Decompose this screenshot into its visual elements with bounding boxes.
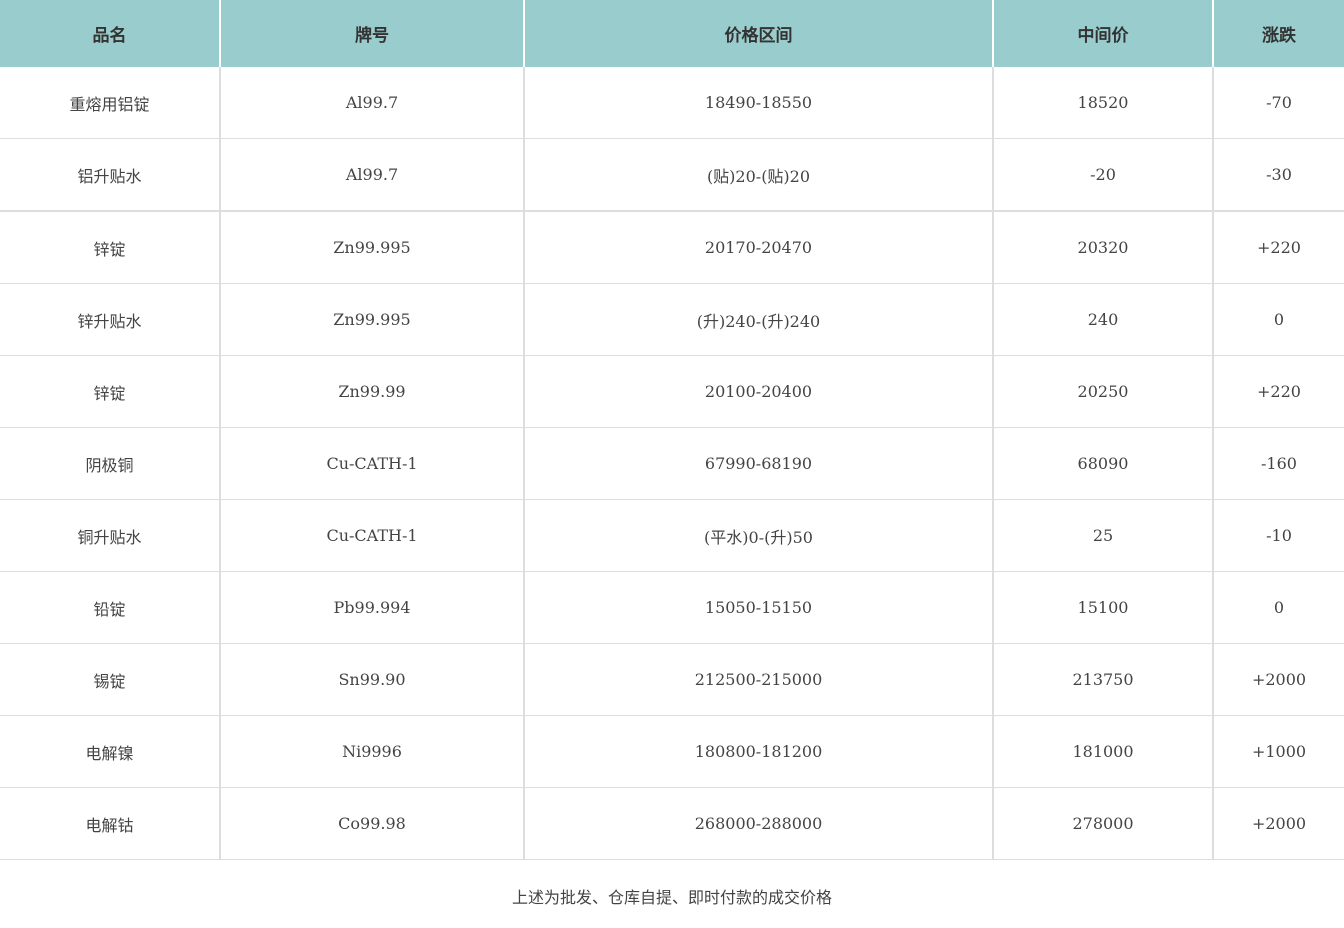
cell-product-name: 锌升贴水 [0,283,221,356]
cell-mid-price: 240 [993,283,1214,356]
table-row: 锌升贴水 Zn99.995 (升)240-(升)240 240 0 [0,283,1344,356]
cell-price-range: 15050-15150 [524,571,994,644]
cell-mid-price: 15100 [993,571,1214,644]
cell-change: +2000 [1213,643,1344,716]
cell-mid-price: 20320 [993,211,1214,284]
cell-price-range: 212500-215000 [524,643,994,716]
table-header: 品名 牌号 价格区间 中间价 涨跌 [0,0,1344,67]
table-row: 电解镍 Ni9996 180800-181200 181000 +1000 [0,715,1344,788]
header-product-name: 品名 [0,0,221,67]
table-row: 锡锭 Sn99.90 212500-215000 213750 +2000 [0,643,1344,716]
cell-mid-price: 25 [993,499,1214,572]
cell-change: 0 [1213,571,1344,644]
cell-grade: Ni9996 [220,715,525,788]
cell-grade: Sn99.90 [220,643,525,716]
cell-price-range: 18490-18550 [524,67,994,139]
header-mid-price: 中间价 [993,0,1214,67]
table-row: 阴极铜 Cu-CATH-1 67990-68190 68090 -160 [0,427,1344,500]
cell-price-range: 268000-288000 [524,787,994,860]
cell-product-name: 铜升贴水 [0,499,221,572]
cell-grade: Cu-CATH-1 [220,499,525,572]
cell-mid-price: 18520 [993,67,1214,139]
header-row: 品名 牌号 价格区间 中间价 涨跌 [0,0,1344,67]
cell-change: 0 [1213,283,1344,356]
cell-change: +220 [1213,211,1344,284]
cell-grade: Al99.7 [220,138,525,212]
cell-product-name: 阴极铜 [0,427,221,500]
cell-price-range: 180800-181200 [524,715,994,788]
cell-product-name: 电解镍 [0,715,221,788]
header-price-range: 价格区间 [524,0,994,67]
cell-grade: Pb99.994 [220,571,525,644]
cell-change: -70 [1213,67,1344,139]
cell-mid-price: 181000 [993,715,1214,788]
price-table: 品名 牌号 价格区间 中间价 涨跌 重熔用铝锭 Al99.7 18490-18550… [0,0,1344,860]
table-row: 铝升贴水 Al99.7 (贴)20-(贴)20 -20 -30 [0,138,1344,212]
cell-price-range: 20100-20400 [524,355,994,428]
cell-price-range: (平水)0-(升)50 [524,499,994,572]
price-note: 上述为批发、仓库自提、即时付款的成交价格 [511,888,832,907]
cell-product-name: 铝升贴水 [0,138,221,212]
cell-mid-price: -20 [993,138,1214,212]
cell-product-name: 锌锭 [0,211,221,284]
cell-change: -10 [1213,499,1344,572]
cell-price-range: 67990-68190 [524,427,994,500]
cell-change: +2000 [1213,787,1344,860]
table-row: 铜升贴水 Cu-CATH-1 (平水)0-(升)50 25 -10 [0,499,1344,572]
cell-mid-price: 68090 [993,427,1214,500]
cell-grade: Zn99.99 [220,355,525,428]
cell-change: -30 [1213,138,1344,212]
cell-product-name: 重熔用铝锭 [0,67,221,139]
table-row: 铅锭 Pb99.994 15050-15150 15100 0 [0,571,1344,644]
cell-mid-price: 278000 [993,787,1214,860]
cell-price-range: (升)240-(升)240 [524,283,994,356]
cell-mid-price: 213750 [993,643,1214,716]
table-row: 电解钴 Co99.98 268000-288000 278000 +2000 [0,787,1344,860]
header-change: 涨跌 [1213,0,1344,67]
cell-price-range: 20170-20470 [524,211,994,284]
cell-product-name: 铅锭 [0,571,221,644]
cell-grade: Co99.98 [220,787,525,860]
cell-grade: Al99.7 [220,67,525,139]
header-grade: 牌号 [220,0,525,67]
cell-price-range: (贴)20-(贴)20 [524,138,994,212]
cell-grade: Zn99.995 [220,283,525,356]
cell-product-name: 电解钴 [0,787,221,860]
table-body: 重熔用铝锭 Al99.7 18490-18550 18520 -70 铝升贴水 Al99.7… [0,67,1344,860]
cell-change: +1000 [1213,715,1344,788]
cell-grade: Cu-CATH-1 [220,427,525,500]
cell-product-name: 锡锭 [0,643,221,716]
table-row: 锌锭 Zn99.99 20100-20400 20250 +220 [0,355,1344,428]
cell-change: +220 [1213,355,1344,428]
cell-mid-price: 20250 [993,355,1214,428]
cell-change: -160 [1213,427,1344,500]
table-row: 锌锭 Zn99.995 20170-20470 20320 +220 [0,211,1344,284]
cell-product-name: 锌锭 [0,355,221,428]
table-row: 重熔用铝锭 Al99.7 18490-18550 18520 -70 [0,67,1344,139]
cell-grade: Zn99.995 [220,211,525,284]
